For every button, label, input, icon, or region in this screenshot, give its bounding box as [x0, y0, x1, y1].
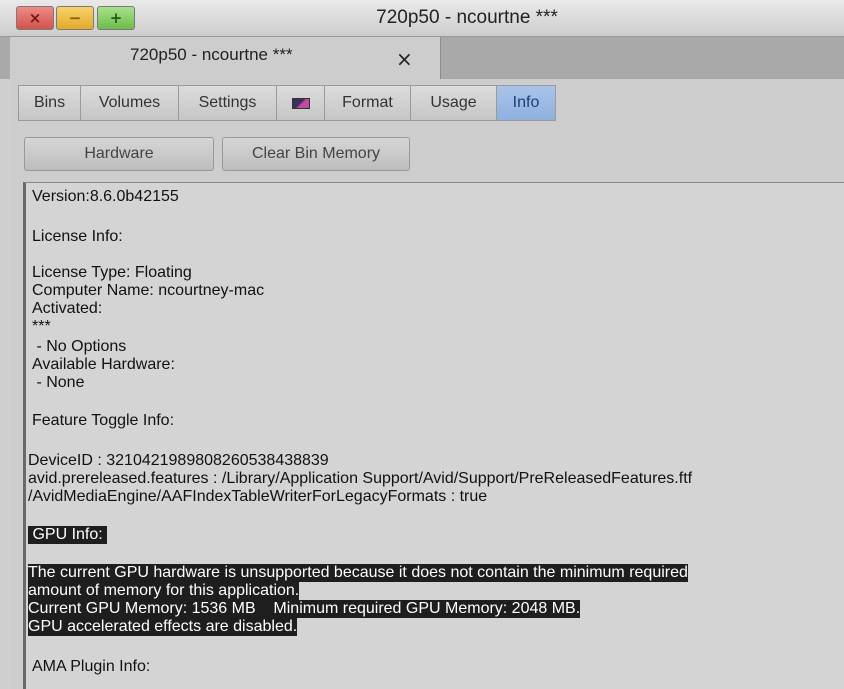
hardware-none-text: - None [32, 374, 85, 391]
version-text: Version:8.6.0b42155 [32, 188, 179, 205]
device-id-text: DeviceID : 3210421989808260538438839 [28, 452, 329, 469]
gpu-effects-disabled-text: GPU accelerated effects are disabled. [28, 618, 298, 636]
tab-bins[interactable]: Bins [18, 85, 80, 121]
gpu-message-line: The current GPU hardware is unsupported … [28, 564, 688, 582]
tab-label: Info [512, 94, 540, 111]
license-type-text: License Type: Floating [32, 264, 192, 281]
gpu-message-line: amount of memory for this application. [28, 582, 300, 600]
color-swatch-icon [291, 97, 310, 109]
license-info-heading: License Info: [32, 228, 123, 245]
aaf-index-text: /AvidMediaEngine/AAFIndexTableWriterForL… [28, 488, 488, 505]
activated-value: *** [32, 318, 51, 335]
tab-label: Volumes [98, 94, 161, 111]
tab-label: Usage [430, 94, 477, 111]
project-tabs: Bins Volumes Settings Format Usage Info [18, 85, 556, 121]
prereleased-features-text: avid.prereleased.features : /Library/App… [28, 470, 693, 487]
computer-name-text: Computer Name: ncourtney-mac [32, 282, 265, 299]
tab-settings[interactable]: Settings [178, 85, 276, 121]
available-hardware-text: Available Hardware: [32, 356, 175, 373]
tab-label: Bins [33, 94, 66, 111]
document-tab[interactable]: 720p50 - ncourtne *** × [10, 37, 441, 79]
ama-plugin-heading: AMA Plugin Info: [32, 658, 151, 675]
tab-label: Format [342, 94, 393, 111]
info-text-area[interactable]: Version:8.6.0b42155 License Info: Licens… [23, 182, 844, 689]
title-bar: × − + 720p50 - ncourtne *** [0, 0, 844, 37]
hardware-button[interactable]: Hardware [24, 137, 214, 171]
document-tab-label: 720p50 - ncourtne *** [130, 45, 293, 64]
activated-text: Activated: [32, 300, 103, 317]
project-panel: Bins Volumes Settings Format Usage Info … [10, 79, 844, 689]
window-title: 720p50 - ncourtne *** [376, 7, 558, 28]
tab-usage[interactable]: Usage [410, 85, 496, 121]
close-tab-icon[interactable]: × [396, 47, 413, 71]
tab-label: Settings [198, 94, 257, 111]
tab-colors[interactable] [276, 85, 324, 121]
feature-toggle-heading: Feature Toggle Info: [32, 412, 175, 429]
gpu-memory-text: Current GPU Memory: 1536 MB Minimum requ… [28, 600, 581, 618]
tab-format[interactable]: Format [324, 85, 410, 121]
gpu-info-heading: GPU Info: [28, 526, 108, 544]
tab-info[interactable]: Info [496, 85, 556, 121]
clear-bin-memory-button[interactable]: Clear Bin Memory [222, 137, 410, 171]
tab-volumes[interactable]: Volumes [80, 85, 178, 121]
no-options-text: - No Options [32, 338, 127, 355]
document-tab-strip: 720p50 - ncourtne *** × [0, 37, 844, 79]
